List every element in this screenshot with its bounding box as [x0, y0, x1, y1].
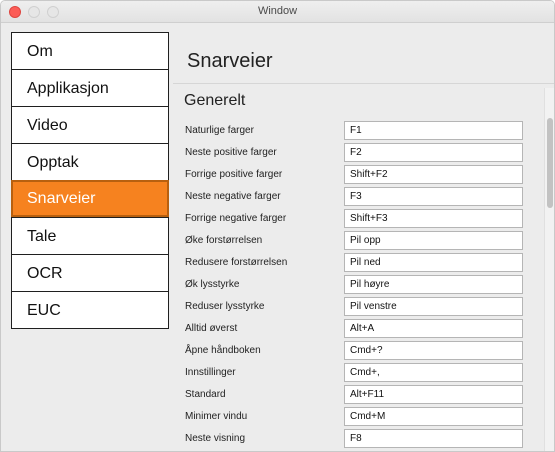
window-title: Window — [257, 5, 298, 17]
shortcut-label: Neste negative farger — [185, 191, 281, 202]
shortcut-label: Standard — [185, 389, 226, 400]
sidebar-item-snarveier[interactable]: Snarveier — [11, 180, 169, 217]
shortcut-field[interactable] — [344, 143, 523, 162]
page-header: Snarveier — [173, 32, 554, 84]
shortcut-row: Forrige positive farger — [185, 164, 525, 186]
sidebar-nav: Om Applikasjon Video Opptak Snarveier Ta… — [11, 32, 169, 329]
vertical-scrollbar[interactable] — [544, 88, 554, 451]
shortcut-field[interactable] — [344, 209, 523, 228]
shortcut-field[interactable] — [344, 275, 523, 294]
shortcut-field[interactable] — [344, 121, 523, 140]
scrollbar-thumb[interactable] — [547, 118, 553, 208]
shortcut-field[interactable] — [344, 429, 523, 448]
shortcut-row: Innstillinger — [185, 362, 525, 384]
shortcut-row: Åpne håndboken — [185, 340, 525, 362]
shortcut-row: Minimer vindu — [185, 406, 525, 428]
shortcut-field[interactable] — [344, 297, 523, 316]
shortcut-label: Innstillinger — [185, 367, 236, 378]
shortcut-field[interactable] — [344, 187, 523, 206]
shortcut-list: Naturlige farger Neste positive farger For… — [185, 120, 525, 450]
sidebar-item-om[interactable]: Om — [11, 32, 169, 69]
shortcut-field[interactable] — [344, 341, 523, 360]
shortcut-field[interactable] — [344, 231, 523, 250]
page-title: Snarveier — [187, 50, 273, 72]
shortcut-field[interactable] — [344, 319, 523, 338]
shortcut-label: Neste positive farger — [185, 147, 277, 158]
shortcut-row: Alltid øverst — [185, 318, 525, 340]
shortcut-row: Redusere forstørrelsen — [185, 252, 525, 274]
shortcut-field[interactable] — [344, 165, 523, 184]
sidebar-item-applikasjon[interactable]: Applikasjon — [11, 69, 169, 106]
shortcut-row: Neste visning — [185, 428, 525, 450]
shortcut-label: Naturlige farger — [185, 125, 254, 136]
shortcut-field[interactable] — [344, 253, 523, 272]
shortcut-label: Reduser lysstyrke — [185, 301, 265, 312]
sidebar-item-opptak[interactable]: Opptak — [11, 143, 169, 180]
shortcut-label: Åpne håndboken — [185, 345, 261, 356]
shortcut-label: Redusere forstørrelsen — [185, 257, 288, 268]
shortcut-row: Standard — [185, 384, 525, 406]
shortcut-label: Minimer vindu — [185, 411, 248, 422]
shortcut-field[interactable] — [344, 407, 523, 426]
shortcut-field[interactable] — [344, 385, 523, 404]
sidebar-item-euc[interactable]: EUC — [11, 291, 169, 329]
shortcut-row: Naturlige farger — [185, 120, 525, 142]
shortcut-row: Øke forstørrelsen — [185, 230, 525, 252]
shortcut-field[interactable] — [344, 363, 523, 382]
shortcut-row: Øk lysstyrke — [185, 274, 525, 296]
shortcut-label: Alltid øverst — [185, 323, 238, 334]
shortcut-label: Neste visning — [185, 433, 246, 444]
section-title: Generelt — [184, 92, 246, 109]
shortcut-row: Neste negative farger — [185, 186, 525, 208]
shortcut-row: Neste positive farger — [185, 142, 525, 164]
sidebar-item-ocr[interactable]: OCR — [11, 254, 169, 291]
shortcut-label: Øke forstørrelsen — [185, 235, 263, 246]
shortcut-label: Øk lysstyrke — [185, 279, 240, 290]
shortcut-label: Forrige negative farger — [185, 213, 287, 224]
shortcut-row: Forrige negative farger — [185, 208, 525, 230]
shortcut-row: Reduser lysstyrke — [185, 296, 525, 318]
sidebar-item-tale[interactable]: Tale — [11, 217, 169, 254]
shortcut-label: Forrige positive farger — [185, 169, 283, 180]
sidebar-item-video[interactable]: Video — [11, 106, 169, 143]
app-window: Window Om Applikasjon Video Opptak Snarv… — [0, 0, 555, 452]
title-bar[interactable]: Window — [1, 1, 554, 23]
